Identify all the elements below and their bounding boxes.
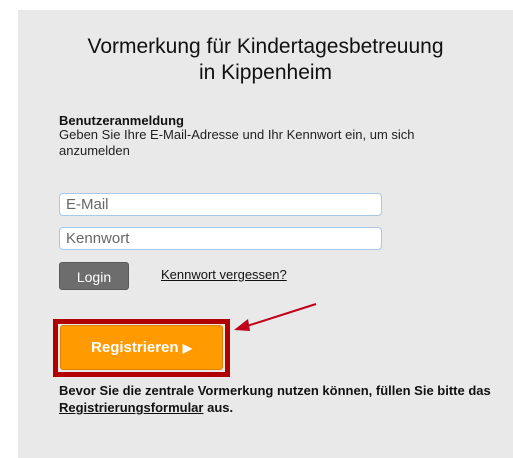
page-title-line-2: in Kippenheim — [198, 61, 333, 84]
login-description: Geben Sie Ihre E-Mail-Adresse und Ihr Ke… — [59, 127, 415, 158]
page-title-line-1: Vormerkung für Kindertagesbetreuung — [87, 35, 444, 58]
annotation-arrow-icon — [234, 303, 317, 331]
play-arrow-icon: ▶ — [182, 341, 192, 355]
email-field[interactable] — [59, 193, 382, 216]
register-note-suffix: aus. — [203, 400, 234, 415]
register-button[interactable]: Registrieren ▶ — [60, 325, 223, 370]
register-button-label: Registrieren — [91, 339, 179, 356]
registration-form-link[interactable]: Registrierungsformular — [59, 400, 203, 415]
login-button[interactable]: Login — [59, 262, 129, 290]
register-note-text: Bevor Sie die zentrale Vormerkung nutzen… — [59, 383, 491, 398]
password-field[interactable] — [59, 227, 382, 250]
login-panel: Vormerkung für Kindertagesbetreuung in K… — [18, 10, 513, 458]
forgot-password-link[interactable]: Kennwort vergessen? — [161, 267, 287, 282]
register-note: Bevor Sie die zentrale Vormerkung nutzen… — [59, 382, 499, 416]
login-heading: Benutzeranmeldung — [59, 113, 184, 128]
page-title: Vormerkung für Kindertagesbetreuung in K… — [18, 34, 513, 86]
